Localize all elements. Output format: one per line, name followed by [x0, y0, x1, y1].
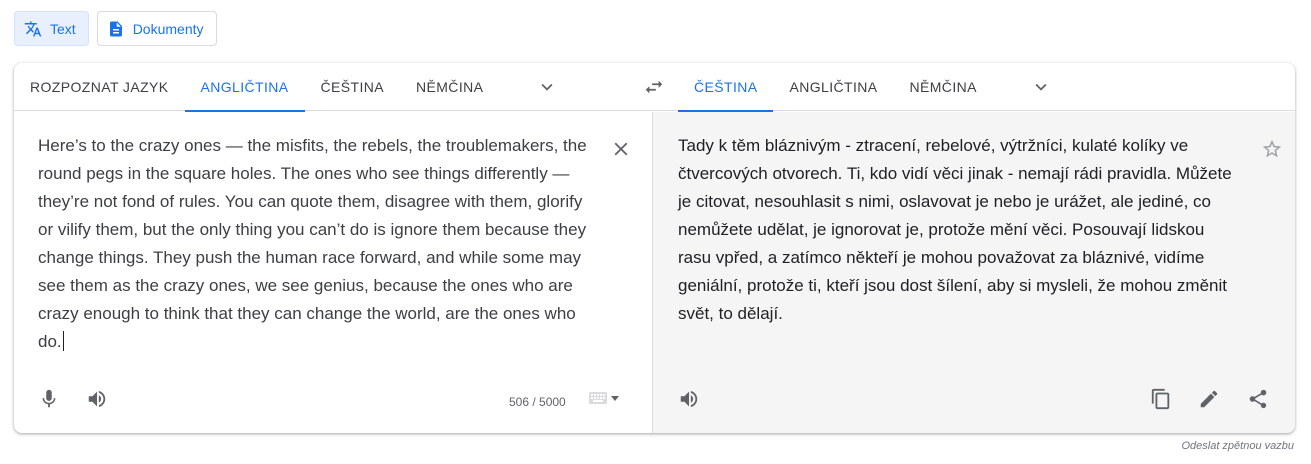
translated-text: Tady k těm bláznivým - ztracení, rebelov… — [678, 136, 1232, 323]
save-translation-button[interactable] — [1259, 136, 1285, 162]
target-more-languages-button[interactable] — [1017, 63, 1065, 111]
target-pane: Tady k těm bláznivým - ztracení, rebelov… — [653, 112, 1295, 433]
chevron-down-icon — [1035, 83, 1047, 91]
documents-mode-button[interactable]: Dokumenty — [96, 11, 217, 46]
source-more-languages-button[interactable] — [523, 63, 571, 111]
edit-translation-button[interactable] — [1191, 381, 1227, 417]
send-feedback-link[interactable]: Odeslat zpětnou vazbu — [1181, 440, 1294, 452]
documents-mode-label: Dokumenty — [132, 20, 204, 37]
speaker-icon — [88, 390, 106, 408]
close-icon — [614, 142, 628, 156]
text-mode-button[interactable]: Text — [14, 11, 89, 46]
listen-source-button[interactable] — [79, 381, 115, 417]
share-translation-button[interactable] — [1240, 381, 1276, 417]
source-language-tabs: ROZPOZNAT JAZYK ANGLIČTINA ČEŠTINA NĚMČI… — [14, 63, 571, 112]
swap-icon — [645, 80, 663, 94]
tab-source-czech[interactable]: ČEŠTINA — [305, 63, 400, 111]
tab-source-english[interactable]: ANGLIČTINA — [184, 63, 305, 112]
caret-down-icon — [611, 395, 619, 401]
pencil-icon — [1200, 390, 1218, 408]
tab-target-german[interactable]: NĚMČINA — [894, 63, 993, 111]
text-caret — [62, 331, 64, 351]
speaker-icon — [680, 390, 698, 408]
clear-source-button[interactable] — [606, 134, 636, 164]
input-tools-button[interactable] — [589, 392, 619, 404]
copy-translation-button[interactable] — [1143, 381, 1179, 417]
microphone-icon — [42, 389, 56, 408]
share-icon — [1249, 389, 1267, 409]
voice-input-button[interactable] — [31, 381, 67, 417]
text-mode-label: Text — [50, 20, 76, 37]
target-language-tabs: ČEŠTINA ANGLIČTINA NĚMČINA — [678, 63, 1065, 112]
source-text: Here’s to the crazy ones — the misfits, … — [38, 136, 587, 351]
translate-icon — [24, 20, 42, 38]
source-pane: Here’s to the crazy ones — the misfits, … — [14, 112, 653, 433]
tab-target-czech[interactable]: ČEŠTINA — [678, 63, 774, 112]
mode-switch: Text Dokumenty — [14, 11, 217, 46]
swap-languages-button[interactable] — [638, 73, 670, 101]
character-count: 506 / 5000 — [509, 395, 566, 409]
tab-source-german[interactable]: NĚMČINA — [400, 63, 499, 111]
document-icon — [107, 20, 125, 38]
listen-translation-button[interactable] — [671, 381, 707, 417]
copy-icon — [1151, 388, 1170, 410]
chevron-down-icon — [541, 83, 553, 91]
star-icon — [1262, 139, 1282, 158]
source-text-input[interactable]: Here’s to the crazy ones — the misfits, … — [38, 132, 598, 356]
tab-detect-language[interactable]: ROZPOZNAT JAZYK — [14, 63, 185, 111]
tab-target-english[interactable]: ANGLIČTINA — [773, 63, 893, 111]
translation-card: ROZPOZNAT JAZYK ANGLIČTINA ČEŠTINA NĚMČI… — [14, 63, 1295, 433]
language-bar: ROZPOZNAT JAZYK ANGLIČTINA ČEŠTINA NĚMČI… — [14, 63, 1295, 112]
keyboard-icon — [589, 392, 607, 404]
